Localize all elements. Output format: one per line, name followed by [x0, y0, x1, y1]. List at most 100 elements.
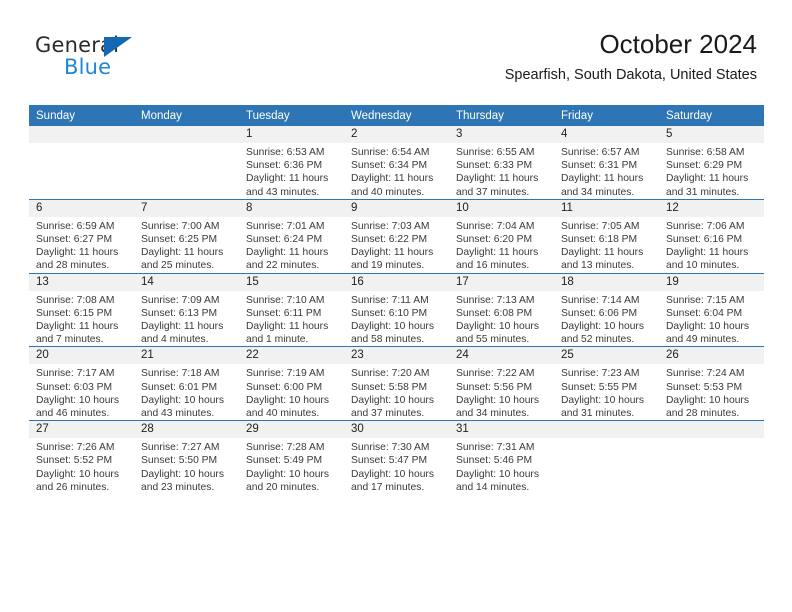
- sunset-text: Sunset: 6:25 PM: [141, 234, 218, 246]
- calendar-day-cell[interactable]: 15 Sunrise: 7:10 AM Sunset: 6:11 PM Dayligh…: [239, 272, 344, 347]
- day-number: 2: [344, 126, 449, 143]
- calendar-day-cell[interactable]: 7 Sunrise: 7:00 AM Sunset: 6:25 PM Daylight…: [134, 198, 239, 274]
- calendar-day-cell[interactable]: 29 Sunrise: 7:28 AM Sunset: 5:49 PM Dayligh…: [239, 420, 344, 495]
- sunrise-text: Sunrise: 6:57 AM: [561, 147, 640, 158]
- sunset-text: Sunset: 5:47 PM: [351, 455, 428, 467]
- day-details: Sunrise: 7:20 AM Sunset: 5:58 PM Daylight:…: [344, 364, 449, 420]
- day-details: Sunrise: 7:04 AM Sunset: 6:20 PM Daylight:…: [449, 217, 554, 273]
- calendar-day-cell[interactable]: 27 Sunrise: 7:26 AM Sunset: 5:52 PM Dayligh…: [29, 420, 134, 495]
- calendar-day-cell[interactable]: 2 Sunrise: 6:54 AM Sunset: 6:34 PM Daylight…: [344, 126, 449, 200]
- day-number: 27: [29, 421, 134, 439]
- day-number: 10: [449, 199, 554, 217]
- calendar-day-cell[interactable]: 25 Sunrise: 7:23 AM Sunset: 5:55 PM Dayligh…: [554, 346, 659, 421]
- sunrise-text: Sunrise: 7:03 AM: [351, 220, 430, 232]
- sunset-text: Sunset: 6:01 PM: [141, 381, 218, 393]
- calendar-day-cell[interactable]: 11 Sunrise: 7:05 AM Sunset: 6:18 PM Dayligh…: [554, 198, 659, 274]
- day-number: 23: [344, 347, 449, 365]
- sunrise-text: Sunrise: 7:26 AM: [36, 442, 115, 454]
- calendar-day-cell[interactable]: 3 Sunrise: 6:55 AM Sunset: 6:33 PM Daylight…: [449, 126, 554, 200]
- sunrise-text: Sunrise: 7:13 AM: [456, 294, 535, 306]
- day-details: Sunrise: 7:00 AM Sunset: 6:25 PM Daylight:…: [134, 217, 239, 273]
- calendar-day-cell[interactable]: 19 Sunrise: 7:15 AM Sunset: 6:04 PM Dayligh…: [659, 272, 764, 347]
- sunset-text: Sunset: 6:31 PM: [561, 160, 638, 172]
- calendar-day-cell[interactable]: 30 Sunrise: 7:30 AM Sunset: 5:47 PM Dayligh…: [344, 420, 449, 495]
- day-details: Sunrise: 7:06 AM Sunset: 6:16 PM Daylight:…: [659, 217, 764, 273]
- calendar-day-cell[interactable]: 23 Sunrise: 7:20 AM Sunset: 5:58 PM Dayligh…: [344, 346, 449, 421]
- daylight-text: Daylight: 10 hours and 52 minutes.: [561, 321, 644, 346]
- day-details: Sunrise: 7:23 AM Sunset: 5:55 PM Daylight:…: [554, 364, 659, 420]
- day-details: Sunrise: 7:03 AM Sunset: 6:22 PM Daylight:…: [344, 217, 449, 273]
- day-number: 26: [659, 347, 764, 365]
- calendar-day-cell[interactable]: 8 Sunrise: 7:01 AM Sunset: 6:24 PM Daylight…: [239, 198, 344, 274]
- calendar-day-cell-empty: [554, 420, 659, 495]
- calendar-day-cell[interactable]: 4 Sunrise: 6:57 AM Sunset: 6:31 PM Daylight…: [554, 126, 659, 200]
- sunset-text: Sunset: 6:33 PM: [456, 160, 533, 172]
- calendar-day-cell-empty: [29, 126, 134, 200]
- day-number: 28: [134, 421, 239, 439]
- calendar-day-cell[interactable]: 24 Sunrise: 7:22 AM Sunset: 5:56 PM Dayligh…: [449, 346, 554, 421]
- calendar-day-cell[interactable]: 22 Sunrise: 7:19 AM Sunset: 6:00 PM Dayligh…: [239, 346, 344, 421]
- sunset-text: Sunset: 5:55 PM: [561, 381, 638, 393]
- calendar-day-cell[interactable]: 20 Sunrise: 7:17 AM Sunset: 6:03 PM Dayligh…: [29, 346, 134, 421]
- daylight-text: Daylight: 11 hours and 43 minutes.: [246, 173, 329, 198]
- sunset-text: Sunset: 6:27 PM: [36, 234, 113, 246]
- day-details: Sunrise: 7:27 AM Sunset: 5:50 PM Daylight:…: [134, 438, 239, 494]
- calendar-day-cell[interactable]: 16 Sunrise: 7:11 AM Sunset: 6:10 PM Dayligh…: [344, 272, 449, 347]
- sunrise-text: Sunrise: 7:17 AM: [36, 368, 115, 380]
- sunset-text: Sunset: 6:36 PM: [246, 160, 323, 172]
- calendar-day-cell[interactable]: 28 Sunrise: 7:27 AM Sunset: 5:50 PM Dayligh…: [134, 420, 239, 495]
- day-number: 31: [449, 421, 554, 439]
- sunset-text: Sunset: 6:11 PM: [246, 307, 322, 319]
- sunrise-text: Sunrise: 7:30 AM: [351, 442, 430, 454]
- generalblue-logo[interactable]: General Blue: [35, 33, 265, 88]
- calendar-day-cell[interactable]: 9 Sunrise: 7:03 AM Sunset: 6:22 PM Daylight…: [344, 198, 449, 274]
- day-number: 13: [29, 273, 134, 291]
- calendar-week-row: 6 Sunrise: 6:59 AM Sunset: 6:27 PM Daylight…: [29, 198, 764, 274]
- sunset-text: Sunset: 6:20 PM: [456, 234, 533, 246]
- daylight-text: Daylight: 11 hours and 22 minutes.: [246, 247, 329, 272]
- calendar-day-cell[interactable]: 26 Sunrise: 7:24 AM Sunset: 5:53 PM Dayligh…: [659, 346, 764, 421]
- calendar-day-cell[interactable]: 21 Sunrise: 7:18 AM Sunset: 6:01 PM Dayligh…: [134, 346, 239, 421]
- daylight-text: Daylight: 11 hours and 16 minutes.: [456, 247, 539, 272]
- calendar-day-cell[interactable]: 12 Sunrise: 7:06 AM Sunset: 6:16 PM Dayligh…: [659, 198, 764, 274]
- day-details: Sunrise: 7:01 AM Sunset: 6:24 PM Daylight:…: [239, 217, 344, 273]
- daylight-text: Daylight: 10 hours and 49 minutes.: [666, 321, 749, 346]
- day-number: 7: [134, 199, 239, 217]
- daylight-text: Daylight: 11 hours and 13 minutes.: [561, 247, 644, 272]
- daylight-text: Daylight: 11 hours and 37 minutes.: [456, 173, 539, 198]
- sunset-text: Sunset: 6:10 PM: [351, 307, 428, 319]
- day-number: [134, 126, 239, 143]
- logo-text-blue: Blue: [64, 55, 112, 79]
- day-details: Sunrise: 6:58 AM Sunset: 6:29 PM Daylight:…: [659, 143, 764, 199]
- daylight-text: Daylight: 11 hours and 31 minutes.: [666, 173, 749, 198]
- day-details: Sunrise: 7:09 AM Sunset: 6:13 PM Daylight:…: [134, 291, 239, 347]
- calendar-day-cell[interactable]: 18 Sunrise: 7:14 AM Sunset: 6:06 PM Dayligh…: [554, 272, 659, 347]
- sunrise-text: Sunrise: 7:27 AM: [141, 442, 220, 454]
- day-number: 6: [29, 199, 134, 217]
- daylight-text: Daylight: 10 hours and 40 minutes.: [246, 394, 329, 420]
- calendar-day-cell[interactable]: 14 Sunrise: 7:09 AM Sunset: 6:13 PM Dayligh…: [134, 272, 239, 347]
- day-number: 12: [659, 199, 764, 217]
- calendar-day-cell[interactable]: 31 Sunrise: 7:31 AM Sunset: 5:46 PM Dayligh…: [449, 420, 554, 495]
- day-number: 24: [449, 347, 554, 365]
- sunrise-text: Sunrise: 7:14 AM: [561, 294, 640, 306]
- daylight-text: Daylight: 11 hours and 1 minute.: [246, 321, 329, 346]
- sunrise-text: Sunrise: 7:28 AM: [246, 442, 325, 454]
- calendar-day-cell[interactable]: 5 Sunrise: 6:58 AM Sunset: 6:29 PM Daylight…: [659, 126, 764, 200]
- sunrise-text: Sunrise: 7:10 AM: [246, 294, 325, 306]
- daylight-text: Daylight: 10 hours and 55 minutes.: [456, 321, 539, 346]
- sunrise-text: Sunrise: 7:11 AM: [351, 294, 429, 306]
- sunrise-text: Sunrise: 7:04 AM: [456, 220, 535, 232]
- daylight-text: Daylight: 10 hours and 43 minutes.: [141, 394, 224, 420]
- sunrise-text: Sunrise: 6:55 AM: [456, 147, 535, 158]
- calendar-day-cell[interactable]: 13 Sunrise: 7:08 AM Sunset: 6:15 PM Dayligh…: [29, 272, 134, 347]
- day-number: 14: [134, 273, 239, 291]
- day-details: Sunrise: 6:57 AM Sunset: 6:31 PM Daylight:…: [554, 143, 659, 199]
- sunrise-text: Sunrise: 7:09 AM: [141, 294, 220, 306]
- sunset-text: Sunset: 6:03 PM: [36, 381, 113, 393]
- sunset-text: Sunset: 6:00 PM: [246, 381, 323, 393]
- calendar-day-cell[interactable]: 10 Sunrise: 7:04 AM Sunset: 6:20 PM Dayligh…: [449, 198, 554, 274]
- calendar-day-cell[interactable]: 1 Sunrise: 6:53 AM Sunset: 6:36 PM Daylight…: [239, 126, 344, 200]
- calendar-day-cell[interactable]: 17 Sunrise: 7:13 AM Sunset: 6:08 PM Dayligh…: [449, 272, 554, 347]
- calendar-day-cell[interactable]: 6 Sunrise: 6:59 AM Sunset: 6:27 PM Daylight…: [29, 198, 134, 274]
